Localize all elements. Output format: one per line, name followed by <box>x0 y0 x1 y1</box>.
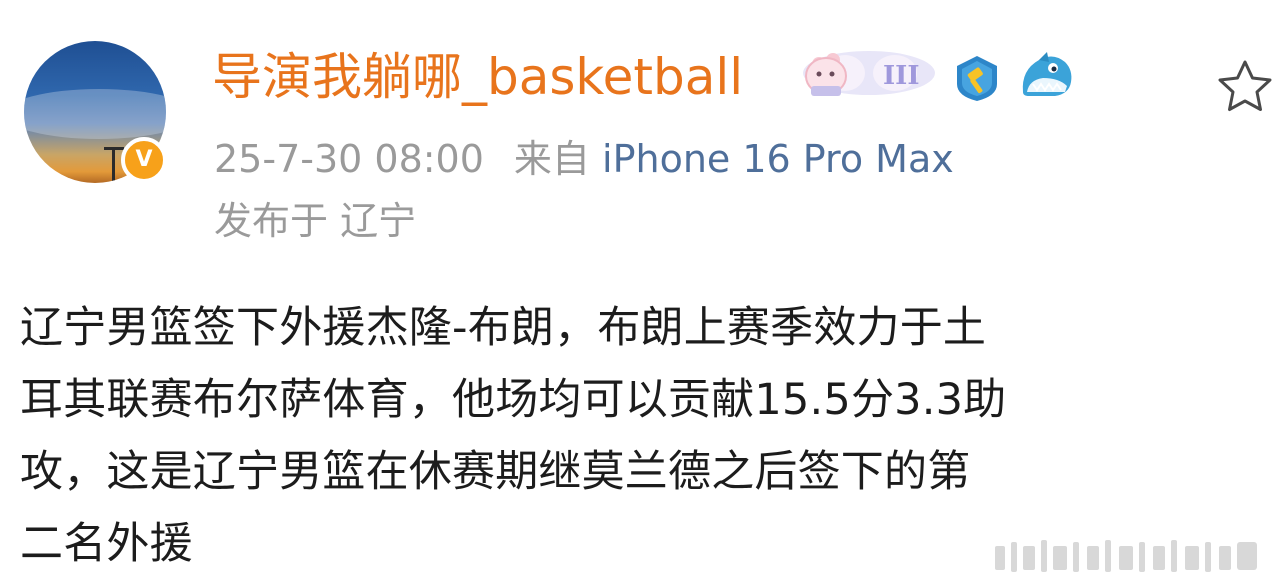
avatar-lamp-pole <box>112 149 115 183</box>
favorite-star-icon[interactable] <box>1214 56 1276 118</box>
verified-badge-icon: V <box>121 137 167 183</box>
weibo-post: V 导演我躺哪_basketball III 25-7-30 08:00 来自 … <box>0 0 1278 584</box>
post-content-line: 攻，这是辽宁男篮在休赛期继莫兰德之后签下的第 <box>20 447 971 497</box>
avatar-sky-haze <box>24 89 166 139</box>
post-content-line: 辽宁男篮签下外援杰隆-布朗，布朗上赛季效力于土 <box>20 303 987 353</box>
verified-badge-letter: V <box>135 147 153 172</box>
post-meta: 25-7-30 08:00 来自 iPhone 16 Pro Max <box>214 134 954 184</box>
fan-level-medal-icon: III <box>803 51 935 96</box>
post-content-line: 耳其联赛布尔萨体育，他场均可以贡献15.5分3.3助 <box>20 375 1007 425</box>
fan-medal-level-text: III <box>883 61 920 91</box>
watermark-graphic <box>995 540 1257 572</box>
post-timestamp: 25-7-30 08:00 <box>214 137 484 181</box>
username-link[interactable]: 导演我躺哪_basketball <box>212 44 743 110</box>
gold-membership-badge-icon <box>957 56 997 101</box>
device-source-link[interactable]: iPhone 16 Pro Max <box>602 137 954 181</box>
post-location: 发布于 辽宁 <box>214 199 417 243</box>
shark-sticker-icon <box>1022 52 1072 96</box>
source-prefix: 来自 <box>513 137 590 181</box>
